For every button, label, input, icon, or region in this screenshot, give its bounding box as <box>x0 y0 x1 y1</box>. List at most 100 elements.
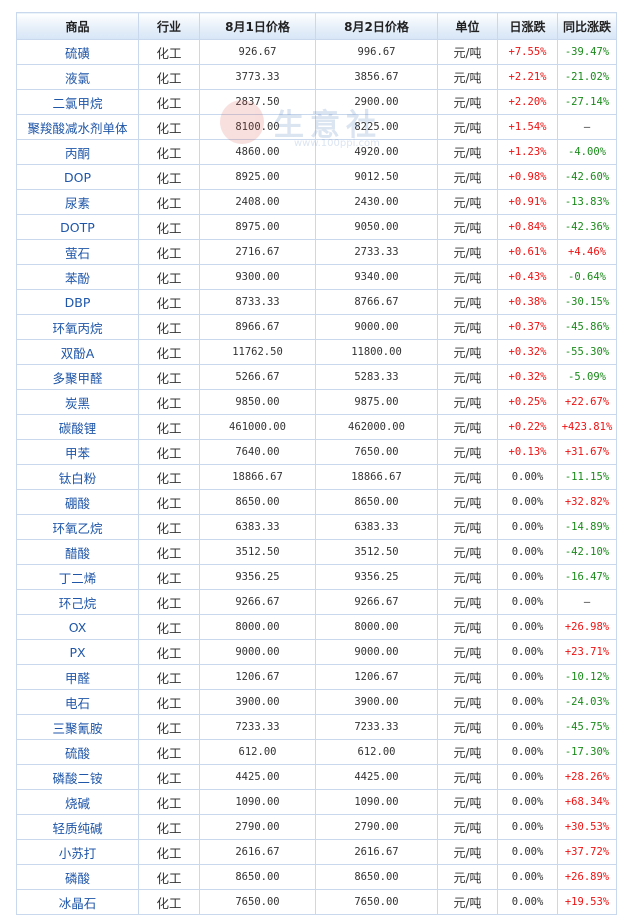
price-aug1-cell: 2837.50 <box>199 89 316 115</box>
commodity-name-link[interactable]: 双酚A <box>16 339 139 365</box>
commodity-name-link[interactable]: 磷酸二铵 <box>16 764 139 790</box>
day-change-cell: +0.91% <box>497 189 558 215</box>
commodity-name-link[interactable]: DBP <box>16 289 139 315</box>
price-table-container: 商品 行业 8月1日价格 8月2日价格 单位 日涨跌 同比涨跌 硫磺 化工 926.… <box>16 12 617 915</box>
yoy-change-cell: -45.75% <box>557 714 617 740</box>
table-row: OX 化工 8000.00 8000.00 元/吨 0.00% +26.98% <box>16 614 617 640</box>
yoy-change-cell: -30.15% <box>557 289 617 315</box>
table-row: 醋酸 化工 3512.50 3512.50 元/吨 0.00% -42.10% <box>16 539 617 565</box>
price-aug1-cell: 926.67 <box>199 39 316 65</box>
commodity-name-link[interactable]: 二氯甲烷 <box>16 89 139 115</box>
industry-cell: 化工 <box>138 264 200 290</box>
header-unit[interactable]: 单位 <box>437 12 498 40</box>
header-industry[interactable]: 行业 <box>138 12 200 40</box>
commodity-name-link[interactable]: 硫磺 <box>16 39 139 65</box>
commodity-name-link[interactable]: 环氧乙烷 <box>16 514 139 540</box>
commodity-name-link[interactable]: 丙酮 <box>16 139 139 165</box>
industry-cell: 化工 <box>138 64 200 90</box>
commodity-name-link[interactable]: 炭黑 <box>16 389 139 415</box>
unit-cell: 元/吨 <box>437 739 498 765</box>
table-row: 环氧丙烷 化工 8966.67 9000.00 元/吨 +0.37% -45.86% <box>16 314 617 340</box>
commodity-name-link[interactable]: 烧碱 <box>16 789 139 815</box>
commodity-name-link[interactable]: 钛白粉 <box>16 464 139 490</box>
commodity-name-link[interactable]: DOTP <box>16 214 139 240</box>
commodity-name-link[interactable]: 甲醛 <box>16 664 139 690</box>
commodity-name-link[interactable]: 磷酸 <box>16 864 139 890</box>
day-change-cell: 0.00% <box>497 864 558 890</box>
industry-cell: 化工 <box>138 564 200 590</box>
price-aug2-cell: 4425.00 <box>315 764 438 790</box>
commodity-name-link[interactable]: 硫酸 <box>16 739 139 765</box>
price-aug1-cell: 9356.25 <box>199 564 316 590</box>
day-change-cell: +2.20% <box>497 89 558 115</box>
day-change-cell: +0.38% <box>497 289 558 315</box>
industry-cell: 化工 <box>138 314 200 340</box>
commodity-name-link[interactable]: PX <box>16 639 139 665</box>
industry-cell: 化工 <box>138 339 200 365</box>
industry-cell: 化工 <box>138 464 200 490</box>
industry-cell: 化工 <box>138 514 200 540</box>
commodity-name-link[interactable]: 小苏打 <box>16 839 139 865</box>
commodity-name-link[interactable]: 碳酸锂 <box>16 414 139 440</box>
price-aug1-cell: 8733.33 <box>199 289 316 315</box>
table-row: 环氧乙烷 化工 6383.33 6383.33 元/吨 0.00% -14.89% <box>16 514 617 540</box>
industry-cell: 化工 <box>138 139 200 165</box>
day-change-cell: 0.00% <box>497 564 558 590</box>
header-day-change[interactable]: 日涨跌 <box>497 12 558 40</box>
price-aug1-cell: 8650.00 <box>199 864 316 890</box>
commodity-name-link[interactable]: 苯酚 <box>16 264 139 290</box>
yoy-change-cell: +26.98% <box>557 614 617 640</box>
commodity-name-link[interactable]: OX <box>16 614 139 640</box>
price-aug2-cell: 8650.00 <box>315 864 438 890</box>
price-aug1-cell: 1090.00 <box>199 789 316 815</box>
commodity-name-link[interactable]: 醋酸 <box>16 539 139 565</box>
header-yoy-change[interactable]: 同比涨跌 <box>557 12 617 40</box>
commodity-name-link[interactable]: 环氧丙烷 <box>16 314 139 340</box>
day-change-cell: +0.32% <box>497 339 558 365</box>
industry-cell: 化工 <box>138 414 200 440</box>
commodity-name-link[interactable]: DOP <box>16 164 139 190</box>
commodity-name-link[interactable]: 电石 <box>16 689 139 715</box>
price-aug2-cell: 9875.00 <box>315 389 438 415</box>
header-price-aug1[interactable]: 8月1日价格 <box>199 12 316 40</box>
industry-cell: 化工 <box>138 364 200 390</box>
table-row: 小苏打 化工 2616.67 2616.67 元/吨 0.00% +37.72% <box>16 839 617 865</box>
price-aug2-cell: 9266.67 <box>315 589 438 615</box>
header-name[interactable]: 商品 <box>16 12 139 40</box>
price-aug1-cell: 6383.33 <box>199 514 316 540</box>
commodity-name-link[interactable]: 环己烷 <box>16 589 139 615</box>
yoy-change-cell: -42.36% <box>557 214 617 240</box>
commodity-name-link[interactable]: 丁二烯 <box>16 564 139 590</box>
commodity-name-link[interactable]: 萤石 <box>16 239 139 265</box>
yoy-change-cell: +30.53% <box>557 814 617 840</box>
industry-cell: 化工 <box>138 614 200 640</box>
price-aug2-cell: 9012.50 <box>315 164 438 190</box>
price-aug1-cell: 3512.50 <box>199 539 316 565</box>
unit-cell: 元/吨 <box>437 214 498 240</box>
yoy-change-cell: -17.30% <box>557 739 617 765</box>
day-change-cell: +0.25% <box>497 389 558 415</box>
unit-cell: 元/吨 <box>437 139 498 165</box>
commodity-name-link[interactable]: 甲苯 <box>16 439 139 465</box>
header-price-aug2[interactable]: 8月2日价格 <box>315 12 438 40</box>
commodity-name-link[interactable]: 三聚氰胺 <box>16 714 139 740</box>
price-aug1-cell: 18866.67 <box>199 464 316 490</box>
price-aug2-cell: 3512.50 <box>315 539 438 565</box>
yoy-change-cell: -4.00% <box>557 139 617 165</box>
commodity-name-link[interactable]: 多聚甲醛 <box>16 364 139 390</box>
price-aug2-cell: 2430.00 <box>315 189 438 215</box>
price-aug1-cell: 9000.00 <box>199 639 316 665</box>
industry-cell: 化工 <box>138 439 200 465</box>
industry-cell: 化工 <box>138 189 200 215</box>
price-aug2-cell: 18866.67 <box>315 464 438 490</box>
industry-cell: 化工 <box>138 689 200 715</box>
commodity-name-link[interactable]: 硼酸 <box>16 489 139 515</box>
commodity-name-link[interactable]: 尿素 <box>16 189 139 215</box>
unit-cell: 元/吨 <box>437 564 498 590</box>
industry-cell: 化工 <box>138 389 200 415</box>
day-change-cell: 0.00% <box>497 614 558 640</box>
commodity-name-link[interactable]: 轻质纯碱 <box>16 814 139 840</box>
table-row: 碳酸锂 化工 461000.00 462000.00 元/吨 +0.22% +423.81% <box>16 414 617 440</box>
commodity-name-link[interactable]: 液氯 <box>16 64 139 90</box>
commodity-name-link[interactable]: 聚羧酸减水剂单体 <box>16 114 139 140</box>
